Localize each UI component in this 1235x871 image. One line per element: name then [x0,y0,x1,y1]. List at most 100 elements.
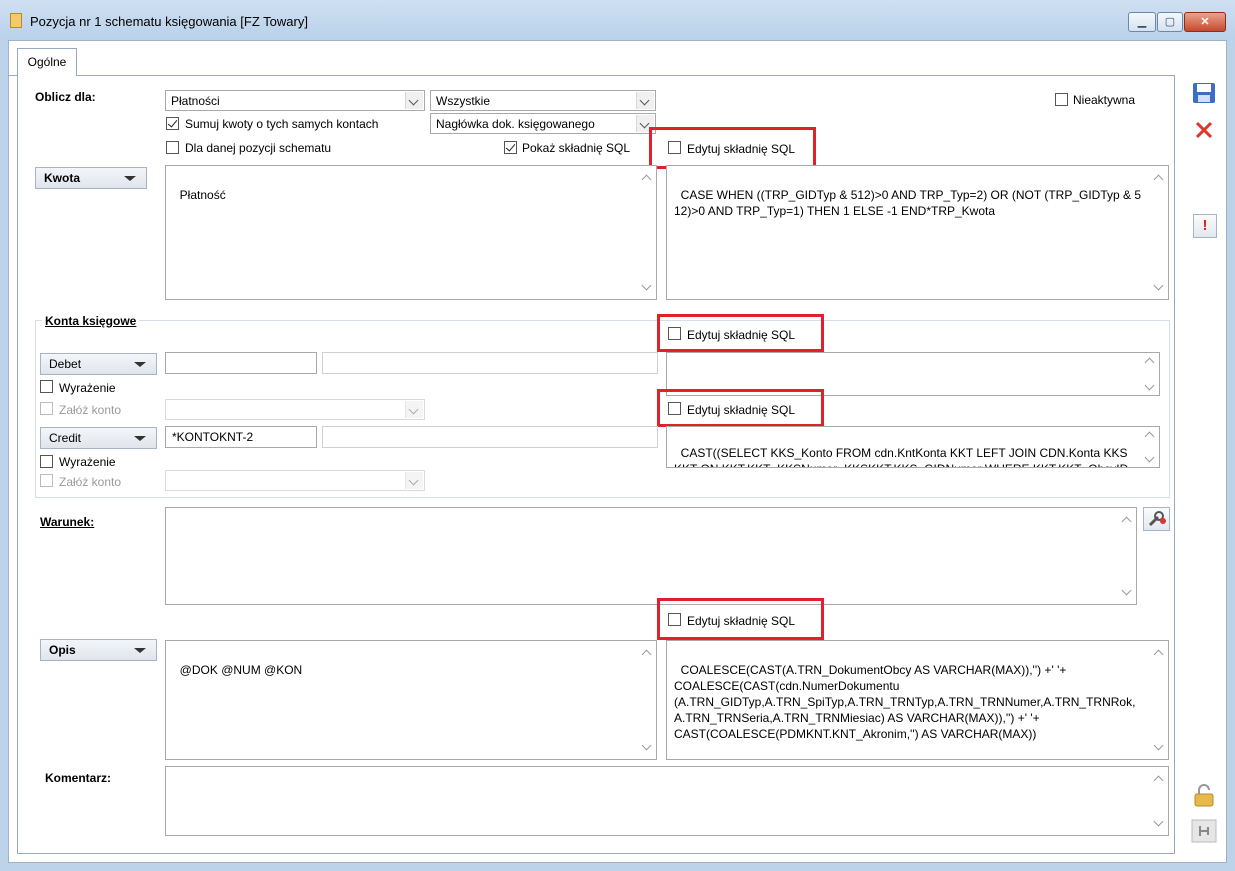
oblicz-dla-select[interactable]: Płatności [165,90,425,111]
zakres-select[interactable]: Wszystkie [430,90,656,111]
naglowka-select[interactable]: Nagłówka dok. księgowanego [430,113,656,134]
opis-text: @DOK @NUM @KON [179,663,303,677]
credit-wyrazenie-label: Wyrażenie [59,455,116,469]
scrollbar[interactable] [1141,427,1159,467]
credit-wyrazenie-checkbox[interactable] [40,455,53,468]
triangle-down-icon [134,362,146,367]
padlock-icon [1194,784,1214,807]
credit-sql-text: CAST((SELECT KKS_Konto FROM cdn.KntKonta… [674,446,1128,467]
debet-button-label: Debet [49,357,82,371]
debet-wyrazenie-label: Wyrażenie [59,381,116,395]
komentarz-label: Komentarz: [45,771,112,785]
maximize-button[interactable]: ▢ [1157,12,1183,32]
edytuj-sql-opis-label: Edytuj składnię SQL [687,614,796,628]
edytuj-sql-credit-checkbox[interactable] [668,402,681,415]
scrollbar[interactable] [1141,353,1159,395]
credit-button[interactable]: Credit [40,427,157,449]
debet-konto-input[interactable] [165,352,317,374]
pin-icon [1191,819,1217,843]
nieaktywna-label: Nieaktywna [1073,93,1136,107]
warning-button[interactable]: ! [1193,214,1217,238]
warunek-textarea[interactable] [165,507,1137,605]
pin-button[interactable] [1190,818,1218,844]
chevron-down-icon [1144,380,1155,391]
chevron-up-icon [1144,431,1155,442]
chevron-down-icon [405,401,423,418]
debet-nazwa-input [322,352,658,374]
chevron-down-icon [641,280,652,291]
credit-zaloz-checkbox[interactable] [40,474,53,487]
scrollbar[interactable] [1150,166,1168,299]
zakres-value: Wszystkie [436,94,490,108]
chevron-down-icon [405,472,423,489]
pokaz-sql-label: Pokaż składnię SQL [522,141,631,155]
chevron-up-icon [1121,516,1132,527]
save-button[interactable] [1190,80,1218,106]
warunek-label: Warunek: [40,515,95,529]
scrollbar[interactable] [638,166,656,299]
warunek-edit-button[interactable] [1143,507,1170,531]
scrollbar[interactable] [638,641,656,759]
opis-sql-textarea[interactable]: COALESCE(CAST(A.TRN_DokumentObcy AS VARC… [666,640,1169,760]
minimize-button[interactable]: ▁ [1128,12,1156,32]
kwota-button[interactable]: Kwota [35,167,147,189]
credit-nazwa-input [322,426,658,448]
kwota-textarea[interactable]: Płatność [165,165,657,300]
tab-ogolne[interactable]: Ogólne [17,48,77,76]
credit-sql-textarea[interactable]: CAST((SELECT KKS_Konto FROM cdn.KntKonta… [666,426,1160,468]
close-button[interactable]: ✕ [1184,12,1226,32]
naglowka-value: Nagłówka dok. księgowanego [436,117,595,131]
komentarz-textarea[interactable] [165,766,1169,836]
debet-zaloz-select[interactable] [165,399,425,420]
edytuj-sql-debet-label: Edytuj składnię SQL [687,328,796,342]
scrollbar[interactable] [1150,641,1168,759]
red-x-icon [1195,121,1213,139]
chevron-down-icon [641,740,652,751]
opis-button[interactable]: Opis [40,639,157,661]
edytuj-sql-credit-label: Edytuj składnię SQL [687,403,796,417]
chevron-up-icon [641,649,652,660]
credit-zaloz-select[interactable] [165,470,425,491]
window-title: Pozycja nr 1 schematu księgowania [FZ To… [30,14,308,29]
dla-danej-checkbox[interactable] [166,141,179,154]
opis-button-label: Opis [49,643,76,657]
sumuj-label: Sumuj kwoty o tych samych kontach [185,117,379,131]
konta-title: Konta księgowe [42,314,140,328]
credit-konto-value: *KONTOKNT-2 [172,430,254,444]
cancel-button[interactable] [1190,117,1218,143]
right-toolbar [1178,76,1226,854]
opis-sql-text: COALESCE(CAST(A.TRN_DokumentObcy AS VARC… [674,663,1136,741]
chevron-down-icon [636,92,654,109]
chevron-down-icon [1153,816,1164,827]
opis-textarea[interactable]: @DOK @NUM @KON [165,640,657,760]
edytuj-sql-opis-checkbox[interactable] [668,613,681,626]
nieaktywna-checkbox[interactable] [1055,93,1068,106]
chevron-down-icon [405,92,423,109]
debet-wyrazenie-checkbox[interactable] [40,380,53,393]
chevron-up-icon [1153,174,1164,185]
floppy-disk-icon [1193,83,1215,103]
kwota-sql-text: CASE WHEN ((TRP_GIDTyp & 512)>0 AND TRP_… [674,188,1142,218]
window-icon [10,13,22,28]
chevron-up-icon [1144,357,1155,368]
edytuj-sql-debet-checkbox[interactable] [668,327,681,340]
credit-konto-input[interactable]: *KONTOKNT-2 [165,426,317,448]
sumuj-checkbox[interactable] [166,117,179,130]
lock-button[interactable] [1190,782,1218,808]
triangle-down-icon [134,648,146,653]
wrench-icon [1148,511,1166,527]
debet-button[interactable]: Debet [40,353,157,375]
kwota-button-label: Kwota [44,171,80,185]
chevron-down-icon [1144,452,1155,463]
exclamation-icon: ! [1202,217,1208,234]
scrollbar[interactable] [1118,508,1136,604]
chevron-down-icon [1153,740,1164,751]
chevron-down-icon [1153,280,1164,291]
triangle-down-icon [134,436,146,441]
edytuj-sql-kwota-checkbox[interactable] [668,141,681,154]
kwota-sql-textarea[interactable]: CASE WHEN ((TRP_GIDTyp & 512)>0 AND TRP_… [666,165,1169,300]
debet-zaloz-checkbox[interactable] [40,402,53,415]
pokaz-sql-checkbox[interactable] [504,141,517,154]
scrollbar[interactable] [1150,767,1168,835]
credit-zaloz-label: Załóż konto [59,475,122,489]
